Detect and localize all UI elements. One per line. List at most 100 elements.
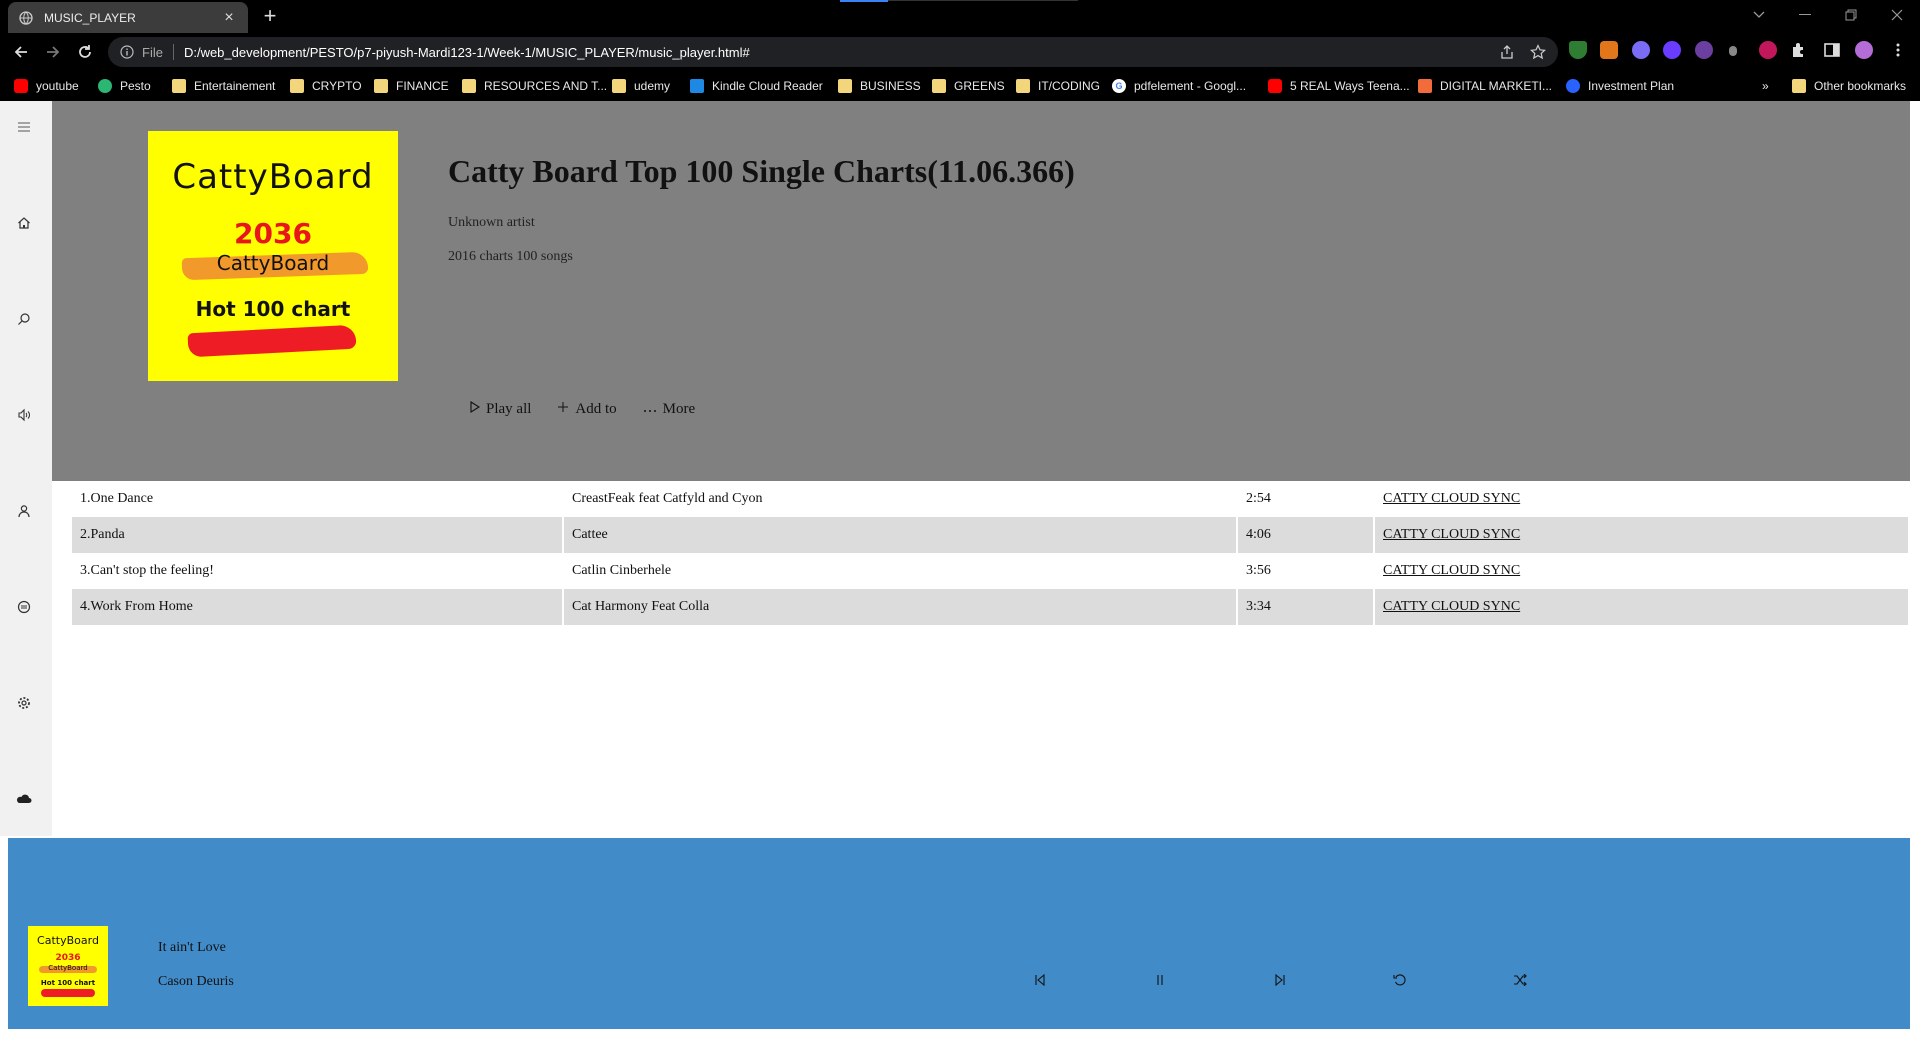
track-row[interactable]: 2.Panda Cattee 4:06 CATTY CLOUD SYNC	[72, 517, 1908, 553]
track-row[interactable]: 3.Can't stop the feeling! Catlin Cinberh…	[72, 553, 1908, 589]
pb-icon	[1566, 79, 1580, 93]
pause-icon[interactable]	[1150, 970, 1170, 990]
other-bookmarks[interactable]: Other bookmarks	[1792, 71, 1906, 101]
menu-icon[interactable]	[14, 117, 34, 137]
bookmark-item[interactable]: IT/CODING	[1016, 71, 1100, 101]
shield-extension-icon[interactable]	[1569, 41, 1587, 59]
browser-tab-bar: MUSIC_PLAYER × +	[0, 0, 1920, 33]
metamask-extension-icon[interactable]	[1600, 41, 1618, 59]
share-icon[interactable]	[1496, 41, 1518, 63]
track-source-link[interactable]: CATTY CLOUD SYNC	[1383, 563, 1520, 578]
new-tab-button[interactable]: +	[258, 4, 282, 28]
track-artist: Catlin Cinberhele	[572, 563, 672, 578]
track-source-link[interactable]: CATTY CLOUD SYNC	[1383, 599, 1520, 614]
repeat-icon[interactable]	[1390, 970, 1410, 990]
next-icon[interactable]	[1270, 970, 1290, 990]
bookmark-star-icon[interactable]	[1527, 41, 1549, 63]
folder-icon	[612, 79, 626, 93]
extensions-puzzle-icon[interactable]	[1790, 41, 1808, 59]
side-panel-icon[interactable]	[1823, 41, 1841, 59]
cover-brand: CattyBoard	[172, 157, 374, 197]
bookmark-item[interactable]: Pesto	[98, 71, 151, 101]
now-playing-title: It ain't Love	[158, 940, 226, 955]
folder-icon	[290, 79, 304, 93]
track-row[interactable]: 1.One Dance CreastFeak feat Catfyld and …	[72, 481, 1908, 517]
play-all-button[interactable]: Play all	[470, 401, 531, 418]
track-title: 4.Work From Home	[72, 589, 562, 625]
url-text[interactable]: D:/web_development/PESTO/p7-piyush-Mardi…	[184, 45, 750, 60]
bookmark-label: youtube	[36, 79, 79, 93]
forward-icon[interactable]	[40, 40, 66, 64]
bookmark-item[interactable]: Investment Plan	[1566, 71, 1674, 101]
browser-tab[interactable]: MUSIC_PLAYER ×	[8, 2, 248, 33]
more-label: More	[662, 401, 696, 417]
more-dots-icon	[643, 401, 657, 418]
tab-strip-line	[888, 0, 1078, 1]
folder-icon	[462, 79, 476, 93]
folder-icon	[172, 79, 186, 93]
shuffle-icon[interactable]	[1510, 970, 1530, 990]
address-bar[interactable]: File D:/web_development/PESTO/p7-piyush-…	[108, 37, 1558, 67]
bookmark-item[interactable]: RESOURCES AND T...	[462, 71, 607, 101]
youtube-icon	[14, 79, 28, 93]
bolt-extension-icon[interactable]	[1663, 41, 1681, 59]
folder-icon	[932, 79, 946, 93]
user-icon[interactable]	[14, 501, 34, 521]
track-row[interactable]: 4.Work From Home Cat Harmony Feat Colla …	[72, 589, 1908, 625]
bookmark-item[interactable]: GREENS	[932, 71, 1005, 101]
minimize-icon[interactable]	[1782, 0, 1828, 30]
restore-icon[interactable]	[1828, 0, 1874, 30]
album-artist: Unknown artist	[448, 215, 535, 230]
mini-cover-chart-label: Hot 100 chart	[40, 979, 96, 987]
bookmark-item[interactable]: CRYPTO	[290, 71, 362, 101]
mastodon-extension-icon[interactable]	[1695, 41, 1713, 59]
bookmark-label: Entertainement	[194, 79, 276, 93]
file-scheme-label: File	[142, 44, 163, 60]
tab-close-icon[interactable]: ×	[220, 9, 238, 27]
search-icon[interactable]	[14, 309, 34, 329]
bookmark-label: CRYPTO	[312, 79, 362, 93]
more-bookmarks-button[interactable]: »	[1762, 71, 1769, 101]
play-all-label: Play all	[486, 401, 532, 417]
bookmark-label: IT/CODING	[1038, 79, 1100, 93]
play-extension-icon[interactable]	[1759, 41, 1777, 59]
cover-brand-small: CattyBoard	[216, 251, 330, 275]
folder-icon	[1016, 79, 1030, 93]
folder-icon	[838, 79, 852, 93]
bookmark-item[interactable]: udemy	[612, 71, 670, 101]
add-to-button[interactable]: Add to	[557, 401, 617, 418]
bookmark-item[interactable]: Gpdfelement - Googl...	[1112, 71, 1246, 101]
tab-title: MUSIC_PLAYER	[44, 10, 136, 25]
cover-red-stroke	[187, 324, 357, 358]
chat-extension-icon[interactable]	[1632, 41, 1650, 59]
mic-extension-icon[interactable]	[1729, 46, 1737, 56]
window-close-icon[interactable]	[1874, 0, 1920, 30]
tab-search-icon[interactable]	[1736, 0, 1782, 30]
track-source-link[interactable]: CATTY CLOUD SYNC	[1383, 527, 1520, 542]
bookmark-item[interactable]: 5 REAL Ways Teena...	[1268, 71, 1410, 101]
bookmark-item[interactable]: BUSINESS	[838, 71, 921, 101]
bookmark-label: Pesto	[120, 79, 151, 93]
bookmark-label: Investment Plan	[1588, 79, 1675, 93]
reload-icon[interactable]	[72, 40, 98, 64]
info-icon[interactable]	[118, 43, 136, 61]
speaker-icon[interactable]	[14, 405, 34, 425]
bookmark-item[interactable]: Entertainement	[172, 71, 275, 101]
more-button[interactable]: More	[643, 401, 696, 418]
digital-icon	[1418, 79, 1432, 93]
home-icon[interactable]	[14, 213, 34, 233]
profile-avatar-icon[interactable]	[1855, 41, 1873, 59]
bookmark-item[interactable]: DIGITAL MARKETI...	[1418, 71, 1552, 101]
bookmark-item[interactable]: youtube	[14, 71, 79, 101]
previous-icon[interactable]	[1030, 970, 1050, 990]
back-icon[interactable]	[8, 40, 34, 64]
bookmarks-bar: youtube Pesto Entertainement CRYPTO FINANCE R…	[0, 71, 1920, 101]
cloud-icon[interactable]	[14, 789, 34, 809]
disc-icon[interactable]	[14, 597, 34, 617]
browser-menu-icon[interactable]	[1889, 41, 1907, 59]
track-source-link[interactable]: CATTY CLOUD SYNC	[1383, 491, 1520, 506]
settings-icon[interactable]	[14, 693, 34, 713]
bookmark-item[interactable]: FINANCE	[374, 71, 449, 101]
track-source-cell: CATTY CLOUD SYNC	[1375, 481, 1908, 517]
bookmark-item[interactable]: Kindle Cloud Reader	[690, 71, 823, 101]
